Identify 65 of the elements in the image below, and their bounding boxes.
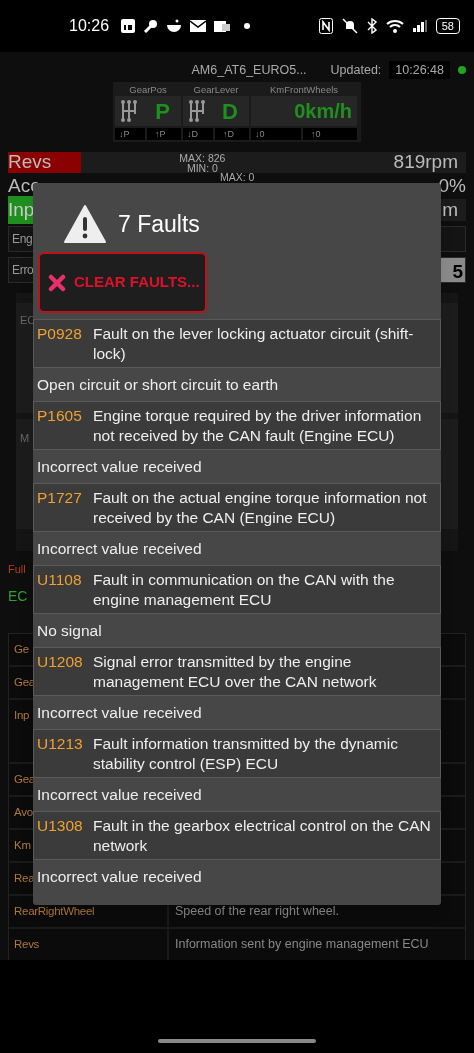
fault-row[interactable]: U1308 Fault in the gearbox electrical control on the CAN network xyxy=(33,811,441,860)
battery-indicator: 58 xyxy=(435,18,460,34)
gauge-reading: m xyxy=(442,197,459,222)
max-reading: MAX: 826 xyxy=(179,152,226,163)
gauge-label: GearLever xyxy=(192,84,240,96)
nfc-icon xyxy=(318,18,333,34)
fault-detail: Open circuit or short circuit to earth xyxy=(36,375,280,395)
min-reading: MIN: 0 xyxy=(186,162,218,173)
fault-row[interactable]: P1727 Fault on the actual engine torque information not received by the CAN (Engine ECU) xyxy=(33,483,441,532)
status-note: EC xyxy=(8,586,29,606)
status-time: 10:26 xyxy=(69,16,110,36)
gear-shifter-icon xyxy=(188,99,208,123)
close-icon xyxy=(48,273,66,292)
updated-time: 10:26:48 xyxy=(389,60,450,80)
app-icon xyxy=(121,19,136,33)
field-label: Erro xyxy=(11,262,34,279)
dot-icon xyxy=(244,23,251,29)
updated-label: Updated: xyxy=(330,61,382,79)
fault-row[interactable]: P0928 Fault on the lever locking actuator circuit (shift-lock) xyxy=(33,319,441,368)
field-label: Eng xyxy=(11,231,33,248)
fault-text: Fault in communication on the CAN with the engine management ECU xyxy=(93,570,396,609)
home-indicator[interactable] xyxy=(158,1039,316,1043)
gear-value: D xyxy=(222,97,238,126)
profile-name: AM6_AT6_EURO5... xyxy=(191,61,307,79)
dialog-title: 7 Faults xyxy=(118,209,200,239)
speed-value: 0km/h xyxy=(294,99,352,124)
fault-detail: Incorrect value received xyxy=(36,539,203,559)
fault-code: P1605 xyxy=(37,406,83,426)
fault-text: Fault on the lever locking actuator circuit (shift-lock) xyxy=(93,324,415,363)
wifi-icon xyxy=(385,19,404,33)
max-value: ↑D xyxy=(215,128,249,140)
fault-code: P1727 xyxy=(37,488,83,508)
gauge-reading: 819rpm xyxy=(393,150,459,175)
fault-row[interactable]: U1208 Signal error transmitted by the engine management ECU over the CAN network xyxy=(33,647,441,696)
fault-code: P0928 xyxy=(37,324,83,344)
table-cell: Revs xyxy=(9,928,167,960)
max-value: ↑P xyxy=(147,128,181,140)
fault-text: Fault on the actual engine torque information not received by the CAN (Engine ECU) xyxy=(93,488,428,527)
fault-text: Engine torque required by the driver information not received by the CAN fault (Engine ECU) xyxy=(93,406,423,445)
bluetooth-icon xyxy=(366,18,377,34)
fault-row[interactable]: P1605 Engine torque required by the driver information not received by the CAN fault (Engine ECU) xyxy=(33,401,441,450)
gauge-label: Revs xyxy=(8,150,52,175)
min-value: ↓P xyxy=(115,128,145,140)
bowl-icon xyxy=(166,19,183,33)
fault-row[interactable]: U1213 Fault information transmitted by the dynamic stability control (ESP) ECU xyxy=(33,729,441,778)
mail-icon xyxy=(190,20,207,32)
gauge-label: KmFrontWheels xyxy=(268,84,340,96)
fault-detail: Incorrect value received xyxy=(36,457,203,477)
status-note: Full xyxy=(8,562,27,577)
mute-icon xyxy=(341,18,358,34)
gauge-label: GearPos xyxy=(128,84,168,96)
signal-icon xyxy=(412,20,427,32)
max-value: ↑0 xyxy=(303,128,357,140)
min-value: ↓0 xyxy=(251,128,301,140)
gear-value: P xyxy=(155,97,170,126)
warning-icon xyxy=(64,205,106,243)
fault-code: U1213 xyxy=(37,734,84,754)
fault-code: U1108 xyxy=(37,570,83,590)
fault-row[interactable]: U1108 Fault in communication on the CAN with the engine management ECU xyxy=(33,565,441,614)
panel-label: M xyxy=(19,432,30,444)
gear-shifter-icon xyxy=(120,99,140,123)
mail-icon xyxy=(214,19,231,33)
max-reading: MAX: 0 xyxy=(220,172,255,182)
min-value: ↓D xyxy=(183,128,213,140)
table-cell: Information sent by engine management ECU xyxy=(169,928,465,960)
